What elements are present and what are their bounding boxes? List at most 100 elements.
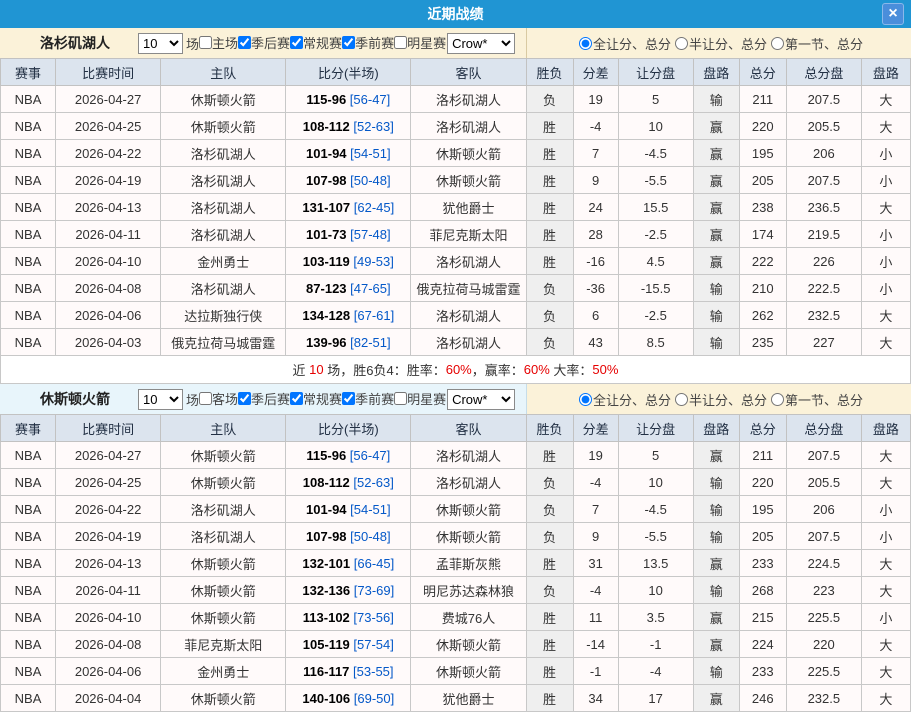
odds-type-radio[interactable]: 全让分、总分 (575, 34, 671, 53)
filter-checkbox[interactable]: 常规赛 (290, 33, 342, 52)
filter-checkbox[interactable]: 季前赛 (342, 33, 394, 52)
column-header: 让分盘 (618, 415, 693, 442)
games-count-select[interactable]: 10 (138, 389, 183, 410)
table-header-row: 赛事比赛时间主队比分(半场)客队胜负分差让分盘盘路总分总分盘盘路 (1, 415, 911, 442)
summary-stat: 10 (309, 362, 323, 377)
result-cell: 胜 (526, 140, 573, 167)
handicap-result-cell: 赢 (693, 604, 739, 631)
result-cell: 负 (526, 577, 573, 604)
checkbox-input[interactable] (394, 392, 407, 405)
bookmaker-select[interactable]: Crow* (447, 389, 515, 410)
checkbox-input[interactable] (238, 392, 251, 405)
radio-input[interactable] (675, 37, 688, 50)
radio-input[interactable] (771, 393, 784, 406)
filter-checkbox[interactable]: 常规赛 (290, 389, 342, 408)
odds-type-radio[interactable]: 第一节、总分 (767, 390, 863, 409)
close-button[interactable]: × (882, 3, 904, 25)
home-team-cell: 休斯顿火箭 (161, 685, 286, 712)
radio-input[interactable] (771, 37, 784, 50)
date-cell: 2026-04-19 (56, 167, 161, 194)
filter-checkbox[interactable]: 季后赛 (238, 389, 290, 408)
summary-text: ，赢率： (472, 360, 524, 379)
away-team-cell: 洛杉矶湖人 (411, 469, 526, 496)
total-cell: 215 (739, 604, 786, 631)
odds-type-radio[interactable]: 半让分、总分 (671, 390, 767, 409)
total-cell: 220 (739, 113, 786, 140)
bookmaker-select[interactable]: Crow* (447, 33, 515, 54)
over-under-cell: 大 (861, 302, 910, 329)
over-under-cell: 大 (861, 329, 910, 356)
radio-input[interactable] (675, 393, 688, 406)
checkbox-input[interactable] (342, 36, 355, 49)
odds-type-radio[interactable]: 全让分、总分 (575, 390, 671, 409)
halftime-score: [82-51] (350, 335, 390, 350)
handicap-cell: 15.5 (618, 194, 693, 221)
checkbox-input[interactable] (290, 392, 303, 405)
halftime-score: [53-55] (353, 664, 393, 679)
column-header: 盘路 (693, 59, 739, 86)
results-table: 赛事比赛时间主队比分(半场)客队胜负分差让分盘盘路总分总分盘盘路 NBA2026… (0, 58, 911, 356)
filter-bar-left: 洛杉矶湖人 10 场 主场季后赛常规赛季前赛明星赛 Crow* (0, 28, 527, 58)
radio-label: 半让分、总分 (689, 34, 767, 53)
odds-type-radio[interactable]: 第一节、总分 (767, 34, 863, 53)
league-cell: NBA (1, 86, 56, 113)
handicap-cell: -15.5 (618, 275, 693, 302)
home-team-cell: 洛杉矶湖人 (161, 167, 286, 194)
diff-cell: 43 (573, 329, 618, 356)
total-cell: 268 (739, 577, 786, 604)
checkbox-input[interactable] (290, 36, 303, 49)
over-under-cell: 小 (861, 221, 910, 248)
home-team-cell: 达拉斯独行侠 (161, 302, 286, 329)
odds-type-radio[interactable]: 半让分、总分 (671, 34, 767, 53)
date-cell: 2026-04-03 (56, 329, 161, 356)
diff-cell: 7 (573, 140, 618, 167)
game-row: NBA2026-04-10金州勇士103-119 [49-53]洛杉矶湖人胜-1… (1, 248, 911, 275)
filter-checkbox[interactable]: 明星赛 (394, 389, 446, 408)
away-team-cell: 洛杉矶湖人 (411, 302, 526, 329)
filter-checkbox[interactable]: 客场 (199, 389, 238, 408)
league-cell: NBA (1, 550, 56, 577)
checkbox-input[interactable] (394, 36, 407, 49)
halftime-score: [47-65] (350, 281, 390, 296)
game-row: NBA2026-04-03俄克拉荷马城雷霆139-96 [82-51]洛杉矶湖人… (1, 329, 911, 356)
handicap-result-cell: 赢 (693, 550, 739, 577)
column-header: 盘路 (693, 415, 739, 442)
team-section: 洛杉矶湖人 10 场 主场季后赛常规赛季前赛明星赛 Crow* 全让分、总分半让… (0, 28, 911, 384)
filter-checkbox[interactable]: 明星赛 (394, 33, 446, 52)
total-line-cell: 223 (786, 577, 861, 604)
league-cell: NBA (1, 167, 56, 194)
over-under-cell: 小 (861, 604, 910, 631)
total-line-cell: 207.5 (786, 167, 861, 194)
result-cell: 负 (526, 329, 573, 356)
radio-input[interactable] (579, 393, 592, 406)
filter-checkbox[interactable]: 季后赛 (238, 33, 290, 52)
game-row: NBA2026-04-25休斯顿火箭108-112 [52-63]洛杉矶湖人胜-… (1, 113, 911, 140)
league-cell: NBA (1, 275, 56, 302)
score-cell: 139-96 [82-51] (286, 329, 411, 356)
away-team-cell: 费城76人 (411, 604, 526, 631)
filter-checkbox[interactable]: 季前赛 (342, 389, 394, 408)
checkbox-input[interactable] (199, 392, 212, 405)
checkbox-input[interactable] (342, 392, 355, 405)
dialog-titlebar: 近期战绩 × (0, 0, 911, 28)
games-count-select[interactable]: 10 (138, 33, 183, 54)
checkbox-input[interactable] (199, 36, 212, 49)
diff-cell: -4 (573, 469, 618, 496)
checkbox-input[interactable] (238, 36, 251, 49)
filter-bar: 休斯顿火箭 10 场 客场季后赛常规赛季前赛明星赛 Crow* 全让分、总分半让… (0, 384, 911, 414)
final-score: 140-106 (302, 691, 350, 706)
over-under-cell: 小 (861, 140, 910, 167)
radio-input[interactable] (579, 37, 592, 50)
final-score: 101-94 (306, 146, 346, 161)
league-cell: NBA (1, 631, 56, 658)
score-cell: 115-96 [56-47] (286, 442, 411, 469)
column-header: 盘路 (861, 415, 910, 442)
total-line-cell: 232.5 (786, 685, 861, 712)
away-team-cell: 休斯顿火箭 (411, 496, 526, 523)
total-cell: 222 (739, 248, 786, 275)
game-row: NBA2026-04-22洛杉矶湖人101-94 [54-51]休斯顿火箭负7-… (1, 496, 911, 523)
filter-checkbox[interactable]: 主场 (199, 33, 238, 52)
checkbox-label: 客场 (212, 389, 238, 408)
column-header: 总分 (739, 59, 786, 86)
result-cell: 胜 (526, 442, 573, 469)
